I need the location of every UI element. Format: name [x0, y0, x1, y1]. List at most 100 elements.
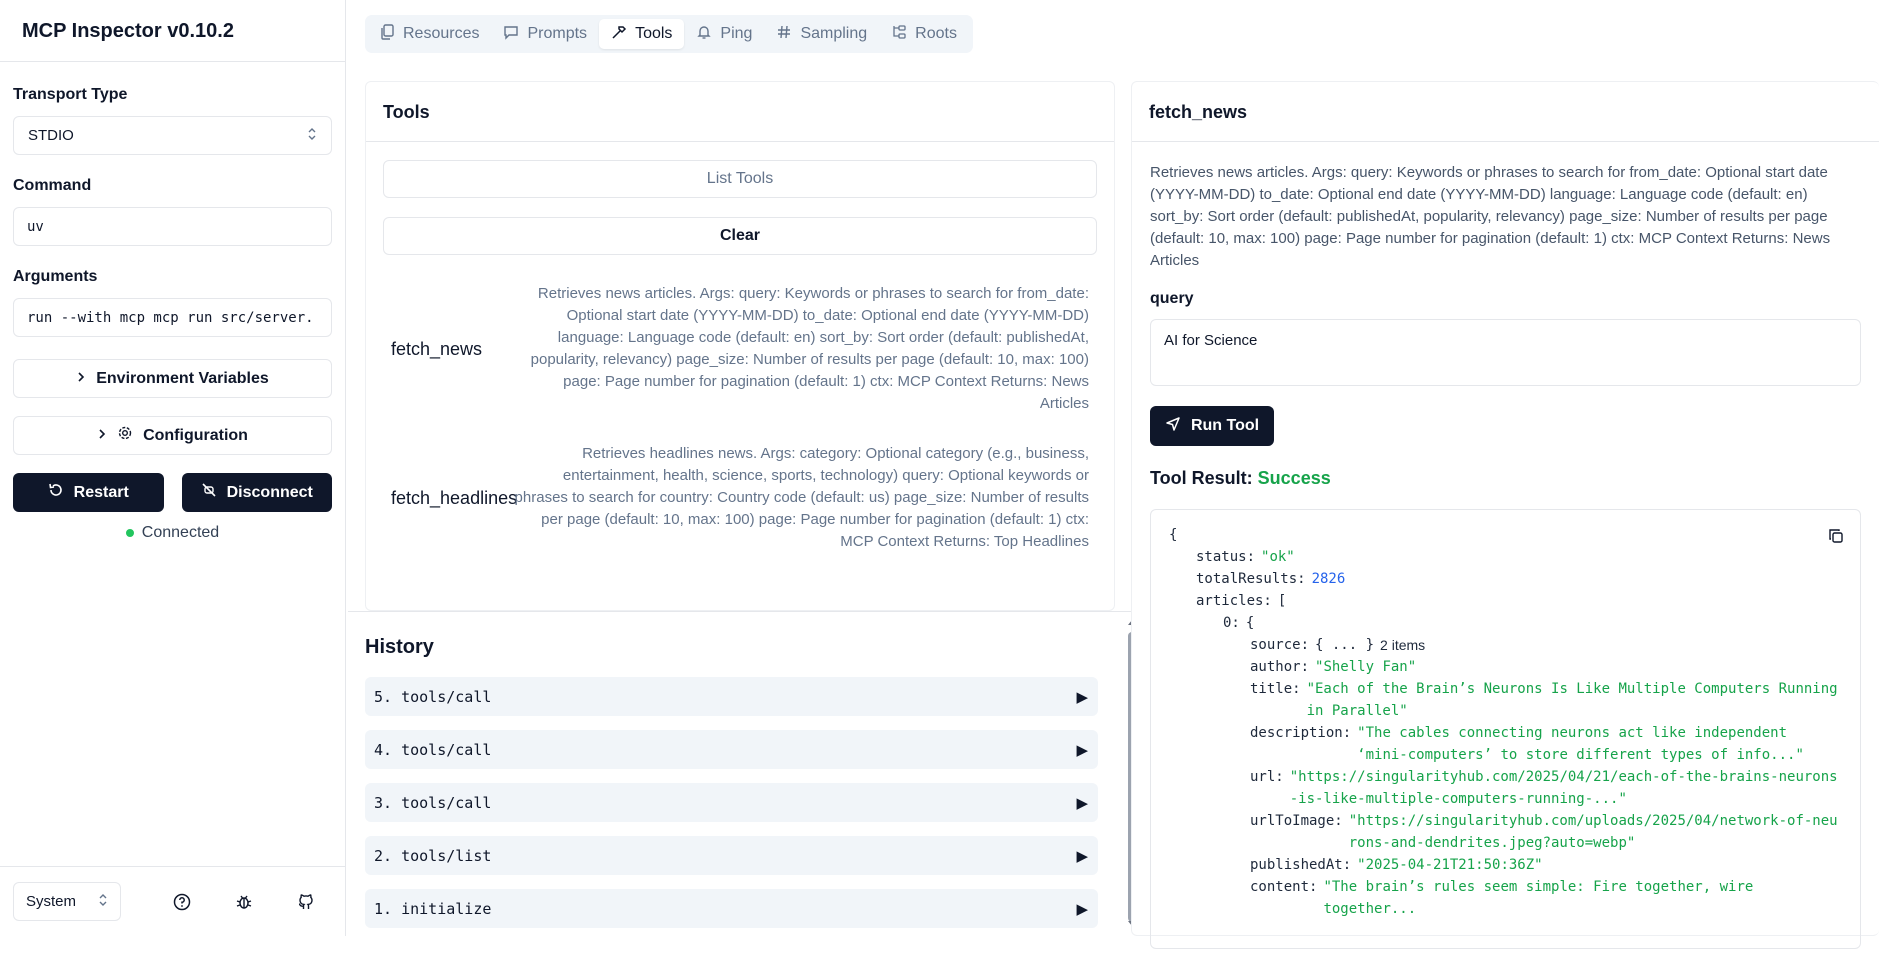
tab-ping-label: Ping — [720, 25, 753, 42]
connection-status: Connected — [13, 524, 332, 542]
history-item[interactable]: 4. tools/call ▶ — [365, 730, 1098, 769]
tab-ping[interactable]: Ping — [684, 19, 764, 49]
github-icon[interactable] — [295, 891, 317, 913]
command-label: Command — [13, 177, 92, 194]
tool-item-fetch-news[interactable]: fetch_news Retrieves news articles. Args… — [383, 283, 1097, 415]
configuration-label: Configuration — [143, 426, 248, 444]
tab-roots[interactable]: Roots — [879, 19, 969, 49]
json-item-count: 2 items — [1380, 637, 1426, 653]
json-value: 2826 — [1311, 571, 1346, 587]
copy-icon[interactable] — [1828, 528, 1844, 551]
tools-panel: Tools List Tools Clear fetch_news Retrie… — [365, 81, 1115, 611]
json-key: description: — [1250, 725, 1352, 741]
json-collapsed[interactable]: { ... } — [1315, 634, 1374, 656]
json-value: "https://singularityhub.com/2025/04/21/e… — [1289, 769, 1838, 807]
json-key: publishedAt: — [1250, 857, 1352, 873]
tab-sampling-label: Sampling — [800, 25, 868, 42]
bell-icon — [696, 24, 712, 45]
tab-tools[interactable]: Tools — [599, 19, 685, 49]
sidebar-footer: System — [0, 866, 346, 936]
json-key[interactable]: source: — [1250, 634, 1309, 656]
transport-type-value: STDIO — [28, 127, 74, 144]
command-input[interactable]: uv — [13, 207, 332, 246]
json-key[interactable]: 0: — [1223, 612, 1240, 634]
json-key: status: — [1196, 549, 1256, 565]
bug-icon[interactable] — [233, 891, 255, 913]
status-dot-icon — [125, 529, 134, 537]
tool-detail-panel: fetch_news Retrieves news articles. Args… — [1131, 81, 1879, 949]
tool-item-fetch-headlines[interactable]: fetch_headlines Retrieves headlines news… — [383, 443, 1097, 553]
tab-sampling[interactable]: Sampling — [764, 19, 879, 49]
theme-value: System — [26, 893, 77, 910]
tab-resources-label: Resources — [403, 25, 480, 42]
hammer-icon — [611, 24, 627, 45]
chevron-right-icon — [97, 427, 107, 445]
history-item[interactable]: 1. initialize ▶ — [365, 889, 1098, 928]
unplug-icon — [201, 482, 217, 503]
json-value: "The cables connecting neurons act like … — [1357, 725, 1804, 763]
transport-type-label: Transport Type — [13, 86, 128, 103]
history-item-label: 2. tools/list — [374, 846, 492, 865]
tab-resources[interactable]: Resources — [369, 19, 491, 49]
clear-button[interactable]: Clear — [383, 217, 1097, 255]
theme-select[interactable]: System — [13, 882, 121, 921]
run-tool-button[interactable]: Run Tool — [1150, 406, 1274, 446]
list-tools-button[interactable]: List Tools — [383, 160, 1097, 198]
json-value: "Shelly Fan" — [1315, 659, 1417, 675]
hash-icon — [776, 24, 792, 45]
folder-tree-icon — [891, 24, 907, 45]
history-item[interactable]: 5. tools/call ▶ — [365, 677, 1098, 716]
help-circle-icon[interactable] — [171, 891, 193, 913]
rotate-ccw-icon — [48, 482, 64, 503]
tool-result-status: Success — [1257, 468, 1331, 488]
tool-result-label: Tool Result: — [1150, 468, 1253, 488]
transport-type-select[interactable]: STDIO — [13, 116, 332, 155]
history-item[interactable]: 2. tools/list ▶ — [365, 836, 1098, 875]
main-tabs: Resources Prompts Tools Ping Sampling Ro… — [365, 15, 973, 53]
json-value: "https://singularityhub.com/uploads/2025… — [1348, 813, 1838, 851]
json-key[interactable]: articles: — [1196, 590, 1272, 612]
tools-panel-title: Tools — [366, 82, 1114, 142]
expand-icon: ▶ — [1076, 688, 1088, 706]
tab-tools-label: Tools — [635, 25, 673, 42]
json-key: author: — [1250, 659, 1310, 675]
json-bracket: [ — [1277, 593, 1287, 609]
json-key: url: — [1250, 769, 1284, 785]
tool-detail-title: fetch_news — [1132, 82, 1879, 142]
disconnect-label: Disconnect — [226, 483, 313, 501]
expand-icon: ▶ — [1076, 900, 1088, 918]
json-brace: { — [1169, 527, 1178, 543]
environment-variables-button[interactable]: Environment Variables — [13, 359, 332, 398]
chevron-up-down-icon — [307, 127, 317, 145]
sidebar: MCP Inspector v0.10.2 Transport Type STD… — [0, 0, 346, 936]
history-item[interactable]: 3. tools/call ▶ — [365, 783, 1098, 822]
chevron-right-icon — [76, 370, 86, 388]
arguments-input[interactable]: run --with mcp mcp run src/server. — [13, 298, 332, 337]
history-panel: History 5. tools/call ▶ 4. tools/call ▶ … — [348, 611, 1145, 936]
tool-name: fetch_news — [391, 338, 483, 359]
restart-label: Restart — [73, 483, 129, 501]
history-item-label: 1. initialize — [374, 899, 492, 918]
history-item-label: 3. tools/call — [374, 793, 492, 812]
json-key: totalResults: — [1196, 571, 1306, 587]
expand-icon: ▶ — [1076, 741, 1088, 759]
tab-roots-label: Roots — [915, 25, 957, 42]
chevron-up-down-icon — [98, 893, 108, 911]
expand-icon: ▶ — [1076, 847, 1088, 865]
expand-icon: ▶ — [1076, 794, 1088, 812]
tab-prompts[interactable]: Prompts — [491, 19, 599, 49]
sidebar-header: MCP Inspector v0.10.2 — [0, 0, 345, 62]
json-value: "The brain’s rules seem simple: Fire tog… — [1323, 879, 1754, 917]
disconnect-button[interactable]: Disconnect — [181, 473, 332, 512]
query-label: query — [1150, 290, 1194, 307]
app-title: MCP Inspector v0.10.2 — [22, 20, 234, 42]
run-tool-label: Run Tool — [1190, 417, 1260, 434]
json-key: content: — [1250, 879, 1318, 895]
restart-button[interactable]: Restart — [13, 473, 164, 512]
tool-result-heading: Tool Result: Success — [1150, 468, 1861, 489]
environment-variables-label: Environment Variables — [96, 369, 269, 387]
query-input[interactable]: AI for Science — [1150, 319, 1861, 386]
configuration-button[interactable]: Configuration — [13, 416, 332, 455]
json-brace: { — [1245, 615, 1255, 631]
tool-name: fetch_headlines — [391, 487, 518, 508]
